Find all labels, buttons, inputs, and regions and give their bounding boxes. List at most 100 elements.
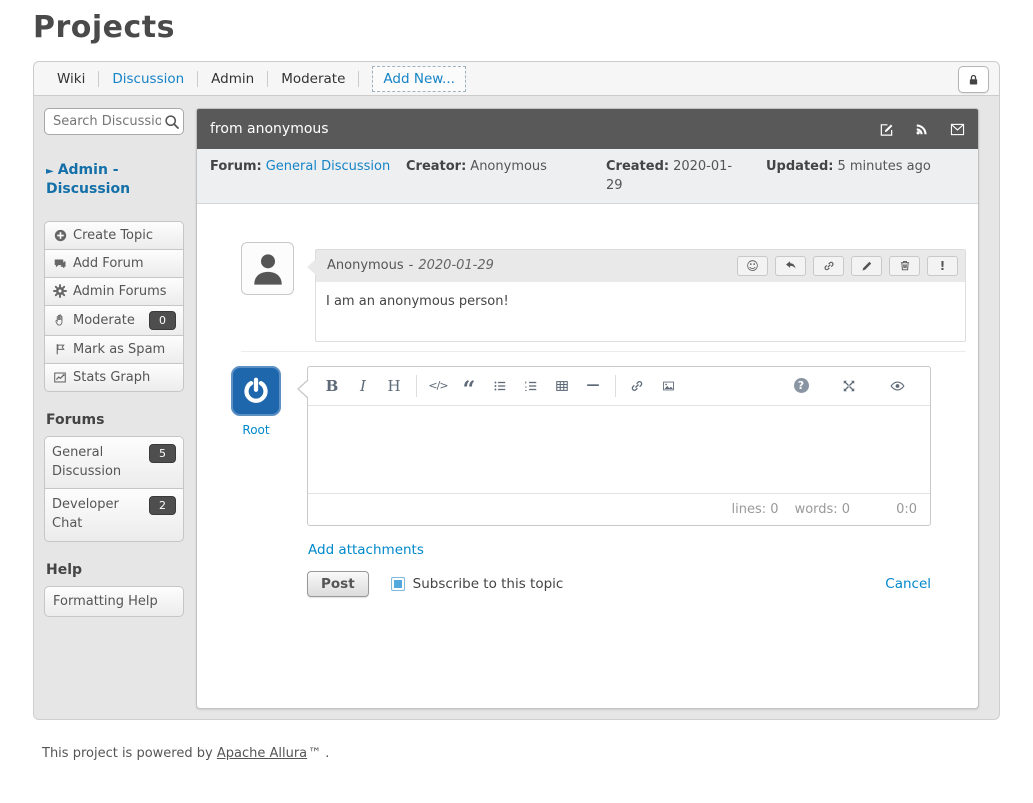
sidebar-item-label: Mark as Spam [73,342,165,357]
apache-allura-link[interactable]: Apache Allura [217,746,307,761]
ordered-list-button[interactable] [520,374,542,398]
comment-separator: - [409,258,414,273]
sidebar-item-developer-chat[interactable]: Developer Chat 2 [44,488,184,542]
help-heading: Help [46,562,196,578]
table-button[interactable] [551,374,573,398]
link-icon [823,260,835,272]
sidebar-item-add-forum[interactable]: Add Forum [44,249,184,278]
footer-text: This project is powered by [42,746,217,761]
editor-textarea[interactable] [308,406,930,493]
image-icon [661,379,676,393]
markdown-editor: B I H </> “ [307,366,931,526]
emoji-button[interactable]: ☺ [737,256,768,276]
forum-count-badge: 5 [149,444,176,463]
creator-meta-value: Anonymous [470,159,547,174]
fullscreen-button[interactable] [838,374,860,398]
rss-feed-icon[interactable] [915,122,929,136]
exclamation-icon: ! [940,260,945,272]
sidebar-item-stats-graph[interactable]: Stats Graph [44,363,184,392]
tab-discussion[interactable]: Discussion [99,71,197,87]
sidebar-item-label: Create Topic [73,228,153,243]
words-count: words: 0 [795,502,851,517]
comment-body: I am an anonymous person! [316,282,965,341]
search-icon[interactable] [164,114,180,130]
tab-moderate[interactable]: Moderate [268,71,358,87]
comment-icon [52,257,68,270]
bold-button[interactable]: B [321,374,343,398]
preview-button[interactable] [886,374,908,398]
cursor-position: 0:0 [896,502,917,517]
tab-wiki[interactable]: Wiki [44,71,98,87]
editor-toolbar: B I H </> “ [308,367,930,406]
comment-card: Anonymous - 2020-01-29 ☺ [315,249,966,342]
hand-icon [52,313,68,327]
triangle-right-icon: ► [46,166,54,177]
sidebar-item-label: Stats Graph [73,370,150,385]
power-icon [241,376,271,406]
ordered-list-icon [524,379,538,393]
topic-title: from anonymous [210,121,329,137]
lock-button[interactable] [958,66,989,93]
reply-user-label[interactable]: Root [231,423,281,437]
unordered-list-icon [493,379,507,393]
titlebar-icons [879,122,965,137]
eye-icon [890,380,905,392]
subscribe-label: Subscribe to this topic [413,576,564,592]
add-attachments-link[interactable]: Add attachments [308,542,424,558]
created-meta-label: Created: [606,159,669,174]
search-input[interactable] [44,108,184,135]
horizontal-rule-button[interactable]: — [582,374,604,398]
page-title: Projects [33,10,1000,45]
cancel-link[interactable]: Cancel [885,576,931,592]
help-button[interactable]: ? [790,374,812,398]
sidebar-item-admin-forums[interactable]: Admin Forums [44,277,184,306]
sidebar: ►Admin - Discussion Create Topic Add For… [44,108,196,617]
comment-container: Anonymous - 2020-01-29 ☺ [241,242,966,352]
link-button[interactable] [813,256,844,276]
sidebar-item-mark-as-spam[interactable]: Mark as Spam [44,335,184,364]
topic-panel: from anonymous Forum:General Discussion [196,108,979,709]
quote-button[interactable]: “ [458,374,480,398]
insert-link-button[interactable] [626,374,648,398]
lines-count: lines: 0 [732,502,779,517]
smiley-icon: ☺ [746,260,759,272]
heading-button[interactable]: H [383,374,405,398]
tab-admin[interactable]: Admin [198,71,267,87]
edit-topic-icon[interactable] [879,122,894,137]
sidebar-item-admin-discussion[interactable]: ►Admin - Discussion [46,161,171,199]
creator-meta-label: Creator: [406,159,466,174]
sidebar-item-general-discussion[interactable]: General Discussion 5 [44,436,184,490]
spam-button[interactable]: ! [927,256,958,276]
italic-button[interactable]: I [352,374,374,398]
panel-spacer [197,597,978,708]
comment-row: Anonymous - 2020-01-29 ☺ [241,242,966,342]
post-button[interactable]: Post [307,571,369,597]
forum-label: General Discussion [52,444,136,482]
mail-icon[interactable] [950,123,965,136]
insert-image-button[interactable] [657,374,679,398]
delete-comment-button[interactable] [889,256,920,276]
formatting-help-button[interactable]: Formatting Help [44,586,184,617]
reply-button[interactable] [775,256,806,276]
sidebar-item-moderate[interactable]: Moderate 0 [44,305,184,336]
lock-icon [967,73,980,87]
forum-meta-link[interactable]: General Discussion [266,159,391,174]
unordered-list-button[interactable] [489,374,511,398]
code-button[interactable]: </> [427,374,449,398]
edit-comment-button[interactable] [851,256,882,276]
comment-date: 2020-01-29 [418,258,494,273]
updated-meta-label: Updated: [766,159,833,174]
subscribe-checkbox[interactable] [391,577,405,591]
admin-link-label: Admin - Discussion [46,162,130,197]
link-icon [630,379,644,393]
forums-heading: Forums [46,412,196,428]
post-row: Post Subscribe to this topic Cancel [307,571,931,597]
editor-column: B I H </> “ [307,366,931,597]
add-new-button[interactable]: Add New... [372,66,466,92]
toolbar-separator [615,375,616,397]
forum-list: General Discussion 5 Developer Chat 2 [44,436,196,542]
updated-meta-value: 5 minutes ago [837,159,930,174]
sidebar-item-create-topic[interactable]: Create Topic [44,221,184,250]
sidebar-actions: Create Topic Add Forum Admin Forums [44,221,196,392]
forum-count-badge: 2 [149,496,176,515]
